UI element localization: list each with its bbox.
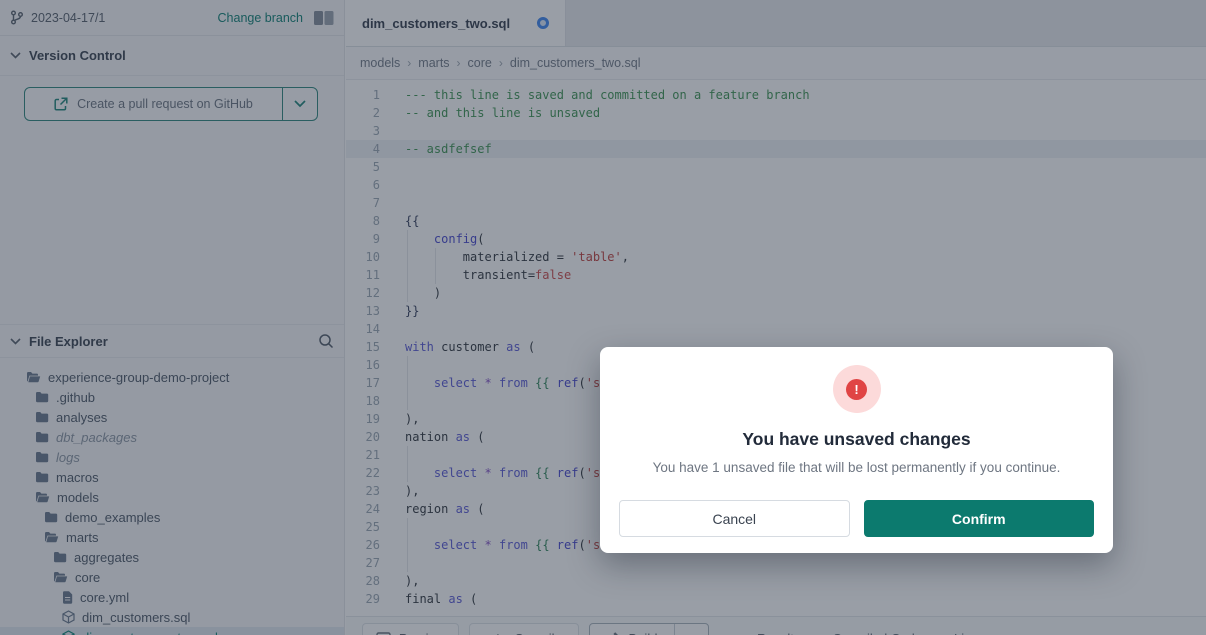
modal-actions: Cancel Confirm <box>616 500 1097 537</box>
alert-exclamation: ! <box>846 379 867 400</box>
confirm-button[interactable]: Confirm <box>864 500 1095 537</box>
cancel-button[interactable]: Cancel <box>619 500 850 537</box>
dbt-ide-app: 2023-04-17/1 Change branch Version Contr… <box>0 0 1206 635</box>
modal-title: You have unsaved changes <box>742 429 970 450</box>
modal-body-text: You have 1 unsaved file that will be los… <box>653 460 1061 475</box>
unsaved-changes-modal: ! You have unsaved changes You have 1 un… <box>600 347 1113 553</box>
alert-icon: ! <box>833 365 881 413</box>
